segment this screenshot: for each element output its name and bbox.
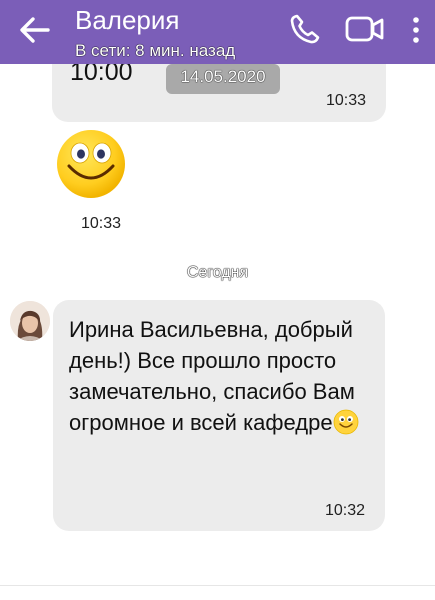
phone-icon[interactable] [288,12,322,46]
message-time: 10:32 [325,502,366,519]
back-arrow-icon[interactable] [14,13,54,47]
message-body: Ирина Васильевна, добрый день!) Все прош… [69,317,355,435]
message-text: Ирина Васильевна, добрый день!) Все прош… [69,314,369,438]
message-bubble[interactable]: Ирина Васильевна, добрый день!) Все прош… [53,300,385,531]
video-call-icon[interactable] [345,14,385,44]
avatar[interactable] [10,301,50,341]
smiley-face-icon[interactable] [55,128,127,200]
date-chip-label: 14.05.2020 [180,67,266,86]
divider [0,585,435,586]
contact-name[interactable]: Валерия [75,5,180,36]
more-vert-icon[interactable] [404,14,428,46]
contact-status: В сети: 8 мин. назад [75,41,236,60]
message-time: 10:33 [326,92,367,109]
date-chip: 14.05.2020 [166,64,280,94]
day-separator: Сегодня [186,264,249,281]
smiling-face-icon [333,409,358,435]
chat-header: Валерия В сети: 8 мин. назад [0,0,435,64]
sticker-time: 10:33 [81,215,122,232]
avatar-photo-icon [10,301,50,341]
